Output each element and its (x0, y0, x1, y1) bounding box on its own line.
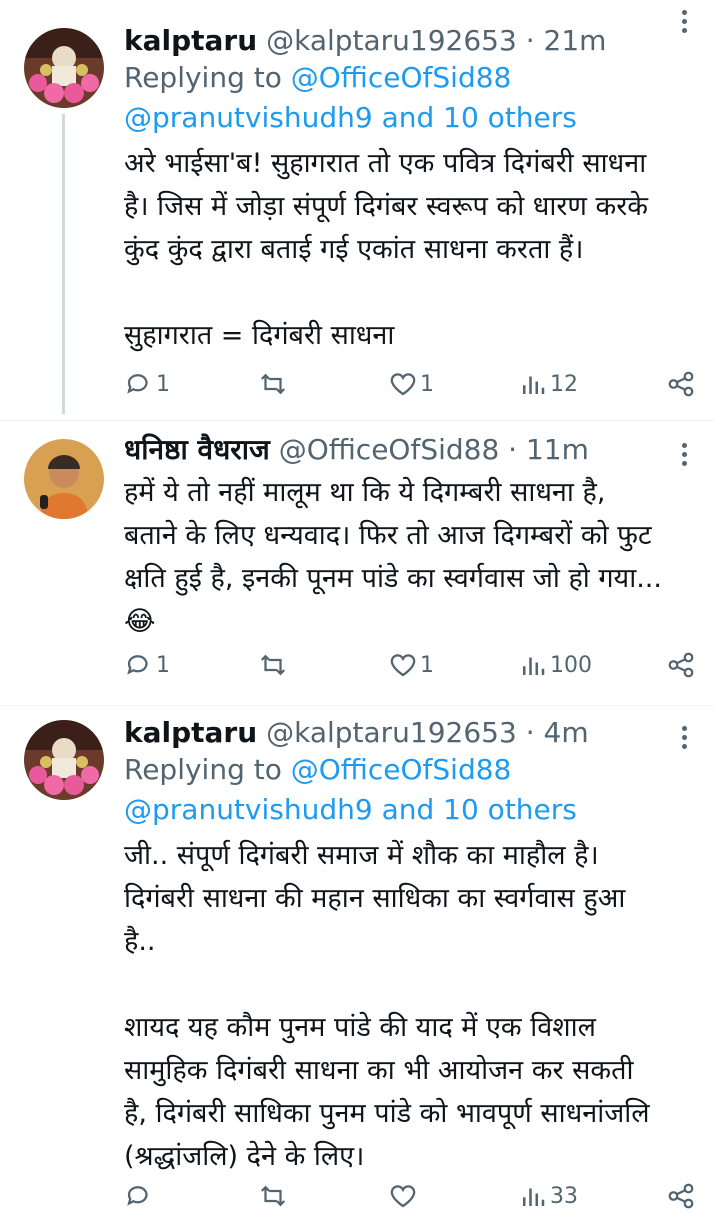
replying-to-others-link[interactable]: @pranutvishudh9 and 10 others (124, 101, 577, 134)
views-button[interactable]: 100 (518, 645, 592, 685)
share-button[interactable] (666, 1176, 696, 1216)
like-icon (390, 654, 416, 677)
tweet-text: अरे भाईसा'ब! सुहागरात तो एक पवित्र दिगंब… (124, 148, 649, 351)
avatar[interactable] (24, 28, 104, 108)
retweet-button[interactable] (258, 364, 288, 404)
share-icon (668, 371, 694, 397)
more-icon[interactable] (672, 726, 696, 750)
more-icon[interactable] (672, 443, 696, 467)
handle[interactable]: @kalptaru192653 (266, 716, 517, 749)
share-button[interactable] (666, 364, 696, 404)
display-name[interactable]: kalptaru (124, 716, 257, 749)
view-count: 100 (550, 652, 592, 678)
view-count: 12 (550, 371, 578, 397)
like-button[interactable]: 1 (388, 364, 434, 404)
handle[interactable]: @kalptaru192653 (266, 24, 517, 57)
replying-to-others-link[interactable]: @pranutvishudh9 and 10 others (124, 793, 577, 826)
timestamp[interactable]: 11m (526, 433, 589, 466)
tweet-1[interactable]: kalptaru @kalptaru192653 · 21m Replying … (0, 0, 714, 420)
replying-to-link[interactable]: @OfficeOfSid88 (291, 753, 512, 786)
separator-dot: · (516, 24, 544, 57)
tweet-text: जी.. संपूर्ण दिगंबरी समाज में शौक का माह… (124, 840, 650, 1172)
replying-to-label: Replying to (124, 753, 291, 786)
like-count: 1 (420, 371, 434, 397)
reply-icon (127, 1186, 148, 1206)
like-button[interactable] (388, 1176, 420, 1216)
separator-dot: · (516, 716, 544, 749)
retweet-icon (260, 373, 286, 395)
replying-to-link[interactable]: @OfficeOfSid88 (291, 61, 512, 94)
thread-line (62, 114, 65, 414)
tweet-text: हमें ये तो नहीं मालूम था कि ये दिगम्बरी … (124, 477, 662, 637)
reply-count: 1 (156, 371, 170, 397)
share-icon (668, 652, 694, 678)
view-count: 33 (550, 1183, 578, 1209)
tweet-3[interactable]: kalptaru @kalptaru192653 · 4m Replying t… (0, 706, 714, 1209)
views-icon (523, 376, 545, 394)
avatar[interactable] (24, 439, 104, 519)
reply-icon (127, 655, 148, 675)
retweet-icon (260, 1185, 286, 1207)
reply-button[interactable] (124, 1176, 156, 1216)
share-button[interactable] (666, 645, 696, 685)
like-icon (390, 373, 416, 396)
like-count: 1 (420, 652, 434, 678)
views-button[interactable]: 33 (518, 1176, 578, 1216)
separator-dot: · (499, 433, 526, 466)
retweet-button[interactable] (258, 1176, 288, 1216)
display-name[interactable]: kalptaru (124, 24, 257, 57)
retweet-button[interactable] (258, 645, 288, 685)
share-icon (668, 1183, 694, 1209)
views-button[interactable]: 12 (518, 364, 578, 404)
like-button[interactable]: 1 (388, 645, 434, 685)
timestamp[interactable]: 21m (544, 24, 607, 57)
views-icon (523, 1188, 545, 1206)
reply-button[interactable]: 1 (124, 645, 170, 685)
retweet-icon (260, 654, 286, 676)
replying-to-label: Replying to (124, 61, 291, 94)
tweet-2[interactable]: धनिष्ठा वैधराज @OfficeOfSid88 · 11m हमें… (0, 421, 714, 711)
more-icon[interactable] (672, 10, 696, 34)
reply-button[interactable]: 1 (124, 364, 170, 404)
reply-icon (127, 374, 148, 394)
reply-count: 1 (156, 652, 170, 678)
handle[interactable]: @OfficeOfSid88 (279, 433, 500, 466)
avatar[interactable] (24, 720, 104, 800)
timestamp[interactable]: 4m (544, 716, 589, 749)
like-icon (390, 1185, 416, 1208)
display-name[interactable]: धनिष्ठा वैधराज (124, 433, 270, 466)
views-icon (523, 657, 545, 675)
